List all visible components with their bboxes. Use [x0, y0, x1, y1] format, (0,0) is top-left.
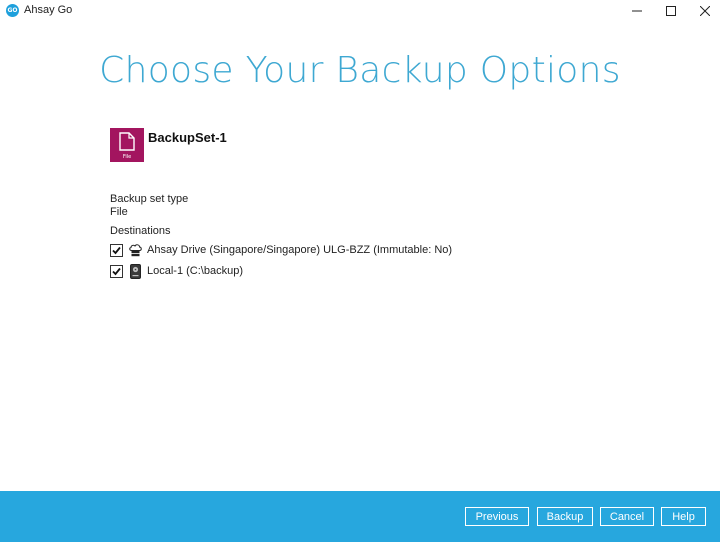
maximize-button[interactable] — [654, 0, 688, 22]
help-button[interactable]: Help — [661, 507, 706, 526]
destination-item: Local-1 (C:\backup) — [110, 262, 243, 280]
backup-set-type-value: File — [110, 206, 128, 218]
destinations-label: Destinations — [110, 225, 171, 237]
destination-label: Local-1 (C:\backup) — [147, 265, 243, 277]
file-icon: File — [110, 128, 144, 162]
close-icon — [700, 6, 710, 16]
file-icon-label: File — [122, 154, 132, 160]
minimize-icon — [632, 10, 642, 12]
app-window: GO Ahsay Go Choose Your Backup Options F… — [0, 0, 720, 542]
maximize-icon — [666, 6, 676, 16]
close-button[interactable] — [688, 0, 720, 22]
footer-bar: Previous Backup Cancel Help — [0, 491, 720, 542]
destination-checkbox[interactable] — [110, 243, 123, 257]
backup-set-name: BackupSet-1 — [148, 130, 227, 145]
destination-label: Ahsay Drive (Singapore/Singapore) ULG-BZ… — [147, 244, 453, 256]
checkmark-icon — [112, 267, 121, 275]
backup-set-type-label: Backup set type — [110, 193, 189, 205]
local-drive-icon — [128, 263, 143, 279]
page-title: Choose Your Backup Options — [99, 50, 621, 91]
window-title: Ahsay Go — [24, 4, 73, 16]
app-logo-icon: GO — [6, 4, 19, 17]
minimize-button[interactable] — [620, 0, 654, 22]
destination-checkbox[interactable] — [110, 264, 123, 278]
backup-button[interactable]: Backup — [537, 507, 593, 526]
cancel-button[interactable]: Cancel — [600, 507, 654, 526]
checkmark-icon — [112, 246, 121, 254]
previous-button[interactable]: Previous — [465, 507, 529, 526]
cloud-drive-icon — [128, 243, 143, 258]
destination-item: Ahsay Drive (Singapore/Singapore) ULG-BZ… — [110, 241, 452, 259]
title-bar[interactable]: GO Ahsay Go — [0, 0, 720, 22]
